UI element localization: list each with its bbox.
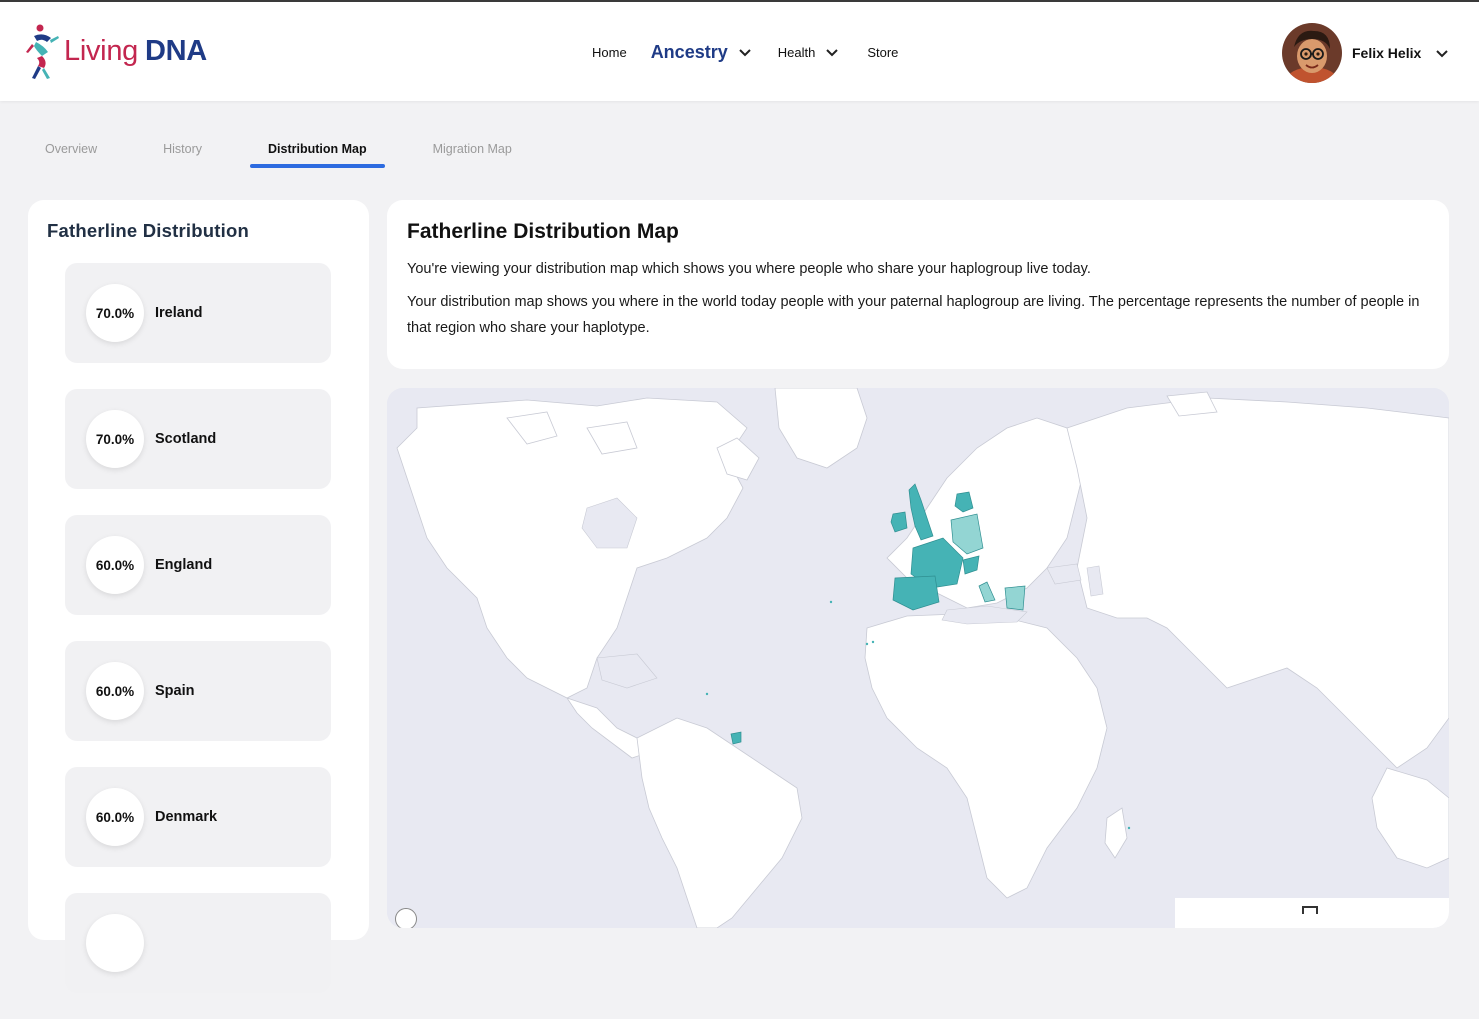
top-navigation-bar: Living DNA Home Ancestry Health Store Fe… [0, 0, 1479, 101]
chevron-down-icon[interactable] [1435, 46, 1449, 60]
fullscreen-icon[interactable] [1302, 906, 1318, 914]
region-percentage: 60.0% [86, 536, 144, 594]
region-name: Ireland [155, 305, 203, 321]
region-name: Scotland [155, 431, 217, 447]
distribution-map-info-card: Fatherline Distribution Map You're viewi… [387, 200, 1449, 369]
world-map-canvas[interactable] [387, 388, 1449, 928]
main-nav: Home Ancestry Health Store [592, 32, 898, 72]
info-description-long: Your distribution map shows you where in… [407, 294, 1420, 336]
ancestry-subtabs: Overview History Distribution Map Migrat… [45, 142, 512, 168]
tab-overview[interactable]: Overview [45, 142, 97, 156]
region-percentage [86, 914, 144, 972]
active-tab-indicator [250, 164, 385, 168]
region-percentage: 70.0% [86, 284, 144, 342]
region-percentage: 60.0% [86, 662, 144, 720]
region-name: Denmark [155, 809, 218, 825]
tab-distribution-map-label: Distribution Map [268, 142, 367, 156]
brand-wordmark: Living DNA [64, 35, 207, 68]
info-title: Fatherline Distribution Map [407, 220, 679, 243]
chevron-down-icon [739, 49, 751, 57]
region-card-spain[interactable]: 60.0% Spain [65, 641, 331, 741]
nav-ancestry-label: Ancestry [650, 41, 728, 62]
tab-history[interactable]: History [163, 142, 202, 156]
avatar-portrait-icon [1282, 23, 1342, 83]
region-percentage: 60.0% [86, 788, 144, 846]
region-name: Spain [155, 683, 195, 699]
tab-migration-map[interactable]: Migration Map [433, 142, 512, 156]
brand-living-text: Living [64, 34, 138, 67]
nav-home[interactable]: Home [592, 45, 627, 60]
living-dna-logo[interactable]: Living DNA [24, 22, 207, 80]
map-zoom-control[interactable] [395, 908, 417, 928]
dna-figure-logo-icon [26, 24, 59, 79]
region-percentage: 70.0% [86, 410, 144, 468]
user-menu[interactable]: Felix Helix [1282, 23, 1449, 83]
region-list: 70.0% Ireland 70.0% Scotland 60.0% Engla… [65, 263, 331, 1019]
region-card-england[interactable]: 60.0% England [65, 515, 331, 615]
avatar[interactable] [1282, 23, 1342, 83]
tab-distribution-map[interactable]: Distribution Map [250, 142, 385, 168]
panel-title: Fatherline Distribution [47, 220, 249, 241]
chevron-down-icon [826, 49, 839, 57]
region-name: England [155, 557, 213, 573]
region-card-scotland[interactable]: 70.0% Scotland [65, 389, 331, 489]
nav-ancestry[interactable]: Ancestry [651, 42, 752, 63]
nav-health[interactable]: Health [778, 45, 840, 60]
distribution-map[interactable] [387, 388, 1449, 928]
region-card-partial[interactable] [65, 893, 331, 993]
map-region-greece [1004, 585, 1026, 611]
map-region-french-guiana [730, 731, 742, 745]
fatherline-distribution-panel: Fatherline Distribution 70.0% Ireland 70… [28, 200, 369, 993]
brand-dna-text: DNA [144, 34, 207, 67]
region-card-denmark[interactable]: 60.0% Denmark [65, 767, 331, 867]
nav-health-label: Health [777, 44, 816, 60]
region-card-ireland[interactable]: 70.0% Ireland [65, 263, 331, 363]
nav-store[interactable]: Store [867, 45, 898, 60]
info-description-short: You're viewing your distribution map whi… [407, 261, 1091, 277]
user-name: Felix Helix [1352, 45, 1422, 61]
